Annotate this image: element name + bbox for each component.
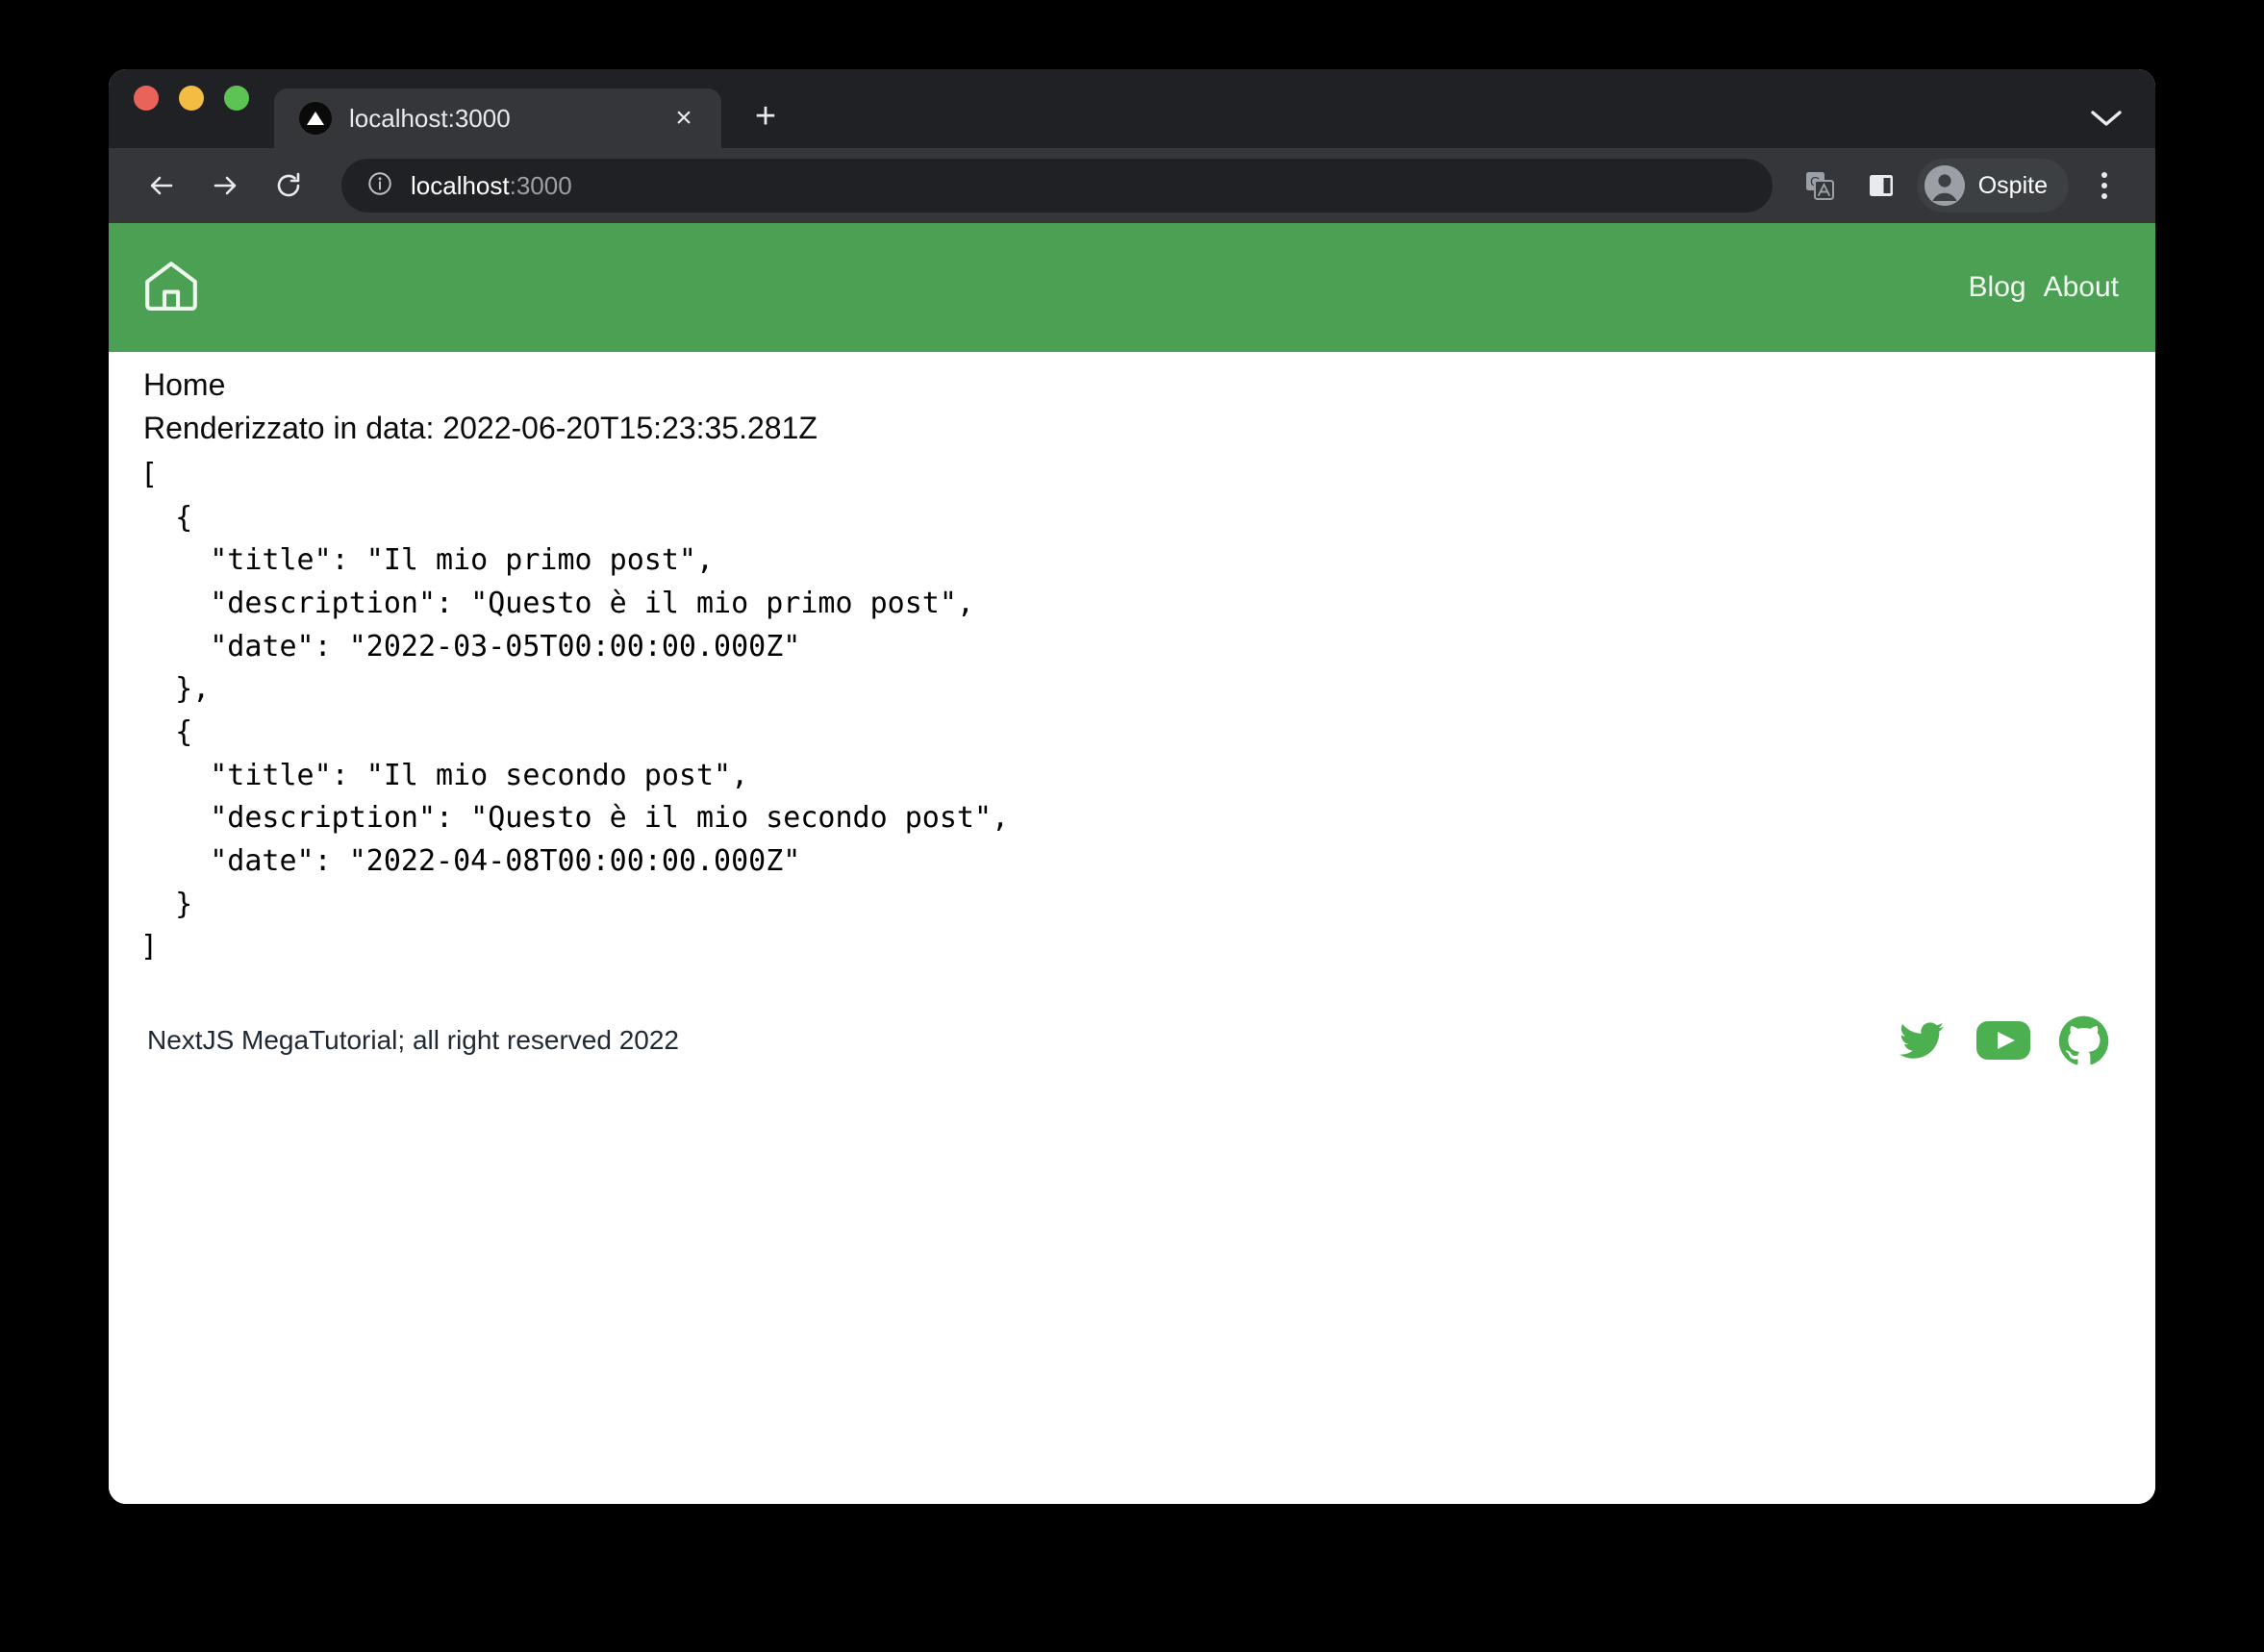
- close-window-button[interactable]: [134, 86, 159, 111]
- nav-link-blog[interactable]: Blog: [1969, 271, 2026, 304]
- twitter-icon[interactable]: [1896, 1018, 1948, 1063]
- profile-button[interactable]: Ospite: [1916, 159, 2069, 213]
- window-controls: [134, 69, 249, 148]
- reload-icon[interactable]: [261, 158, 316, 213]
- translate-icon[interactable]: G: [1794, 160, 1846, 212]
- rendered-timestamp: Renderizzato in data: 2022-06-20T15:23:3…: [143, 410, 818, 445]
- social-links: [1896, 1015, 2109, 1065]
- home-icon[interactable]: [141, 258, 201, 318]
- site-footer: NextJS MegaTutorial; all right reserved …: [109, 994, 2155, 1065]
- address-host: localhost: [411, 170, 510, 200]
- browser-tab[interactable]: localhost:3000 ×: [274, 88, 721, 148]
- minimize-window-button[interactable]: [179, 86, 204, 111]
- site-header: Blog About: [109, 223, 2155, 352]
- page-body: Home Renderizzato in data: 2022-06-20T15…: [109, 352, 2155, 1065]
- browser-toolbar: localhost:3000 G: [109, 148, 2155, 223]
- three-dot-menu-icon[interactable]: [2078, 160, 2130, 212]
- page-title: Home: [143, 367, 226, 402]
- footer-copyright: NextJS MegaTutorial; all right reserved …: [147, 1025, 679, 1056]
- back-arrow-icon[interactable]: [134, 158, 189, 213]
- nav-link-about[interactable]: About: [2044, 271, 2119, 304]
- nextjs-triangle-icon: [299, 102, 332, 135]
- tab-strip: localhost:3000 × +: [109, 69, 2155, 148]
- github-icon[interactable]: [2059, 1015, 2109, 1065]
- kebab-dots: [2101, 172, 2107, 199]
- new-tab-button[interactable]: +: [746, 98, 785, 135]
- page-viewport: Blog About Home Renderizzato in data: 20…: [109, 223, 2155, 1504]
- address-bar[interactable]: localhost:3000: [341, 159, 1773, 213]
- avatar: [1924, 165, 1965, 206]
- posts-json-dump: [ { "title": "Il mio primo post", "descr…: [140, 457, 1010, 964]
- close-tab-icon[interactable]: ×: [667, 104, 700, 133]
- browser-window: localhost:3000 × + localhost:3000 Ospite…: [109, 69, 2155, 1504]
- tab-title: localhost:3000: [349, 103, 511, 133]
- tabstrip-actions: [2090, 106, 2123, 133]
- forward-arrow-icon[interactable]: [197, 158, 253, 213]
- side-panel-icon[interactable]: [1855, 160, 1907, 212]
- site-nav: Blog About: [1969, 271, 2119, 304]
- address-bar-url: localhost:3000: [411, 171, 572, 201]
- profile-name: Ospite: [1977, 171, 2048, 199]
- chevron-down-icon[interactable]: [2090, 106, 2123, 133]
- youtube-icon[interactable]: [1976, 1020, 2030, 1061]
- info-circle-icon[interactable]: [366, 170, 393, 202]
- toolbar-actions: G Ospite: [1794, 159, 2130, 213]
- address-port: :3000: [509, 170, 572, 200]
- maximize-window-button[interactable]: [224, 86, 249, 111]
